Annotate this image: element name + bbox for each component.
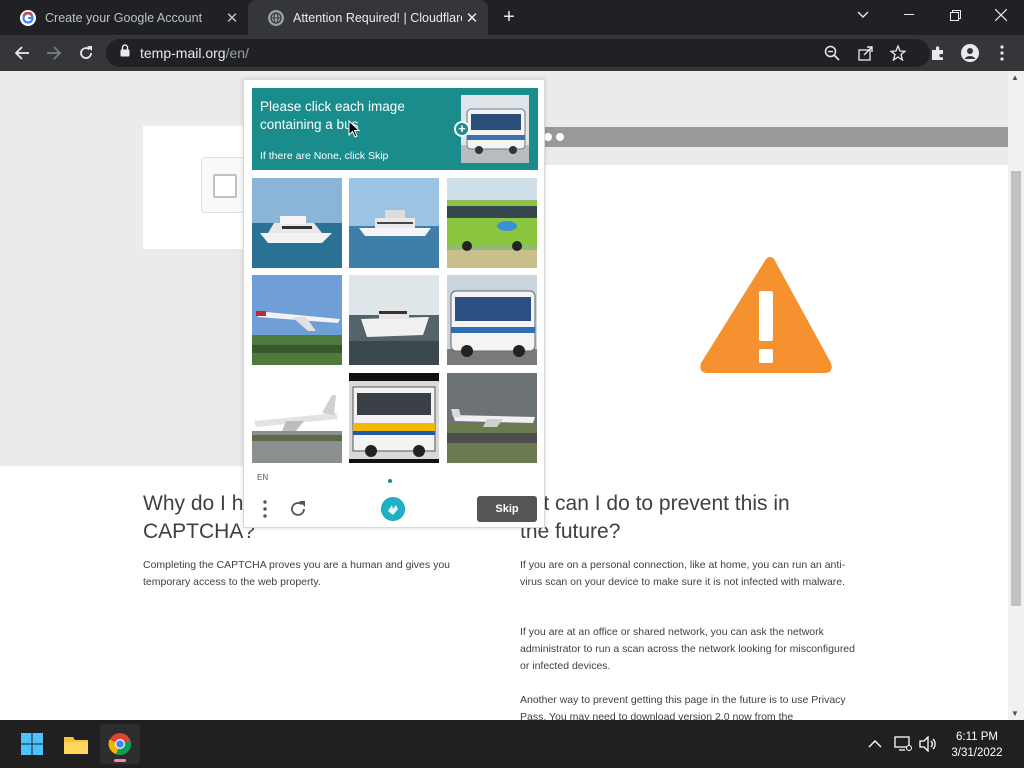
image-tile-boat[interactable] — [349, 275, 439, 365]
file-explorer-icon[interactable] — [56, 724, 96, 764]
illustration-browser-bar — [540, 127, 1008, 147]
clock-time: 6:11 PM — [956, 731, 998, 743]
tab-title: Attention Required! | Cloudflare — [293, 10, 462, 25]
challenge-header: Please click each image containing a bus… — [252, 88, 538, 170]
browser-toolbar: temp-mail.org/en/ — [0, 35, 1024, 71]
lock-icon[interactable] — [120, 44, 130, 62]
hcaptcha-logo-icon[interactable] — [381, 497, 405, 521]
captcha-widget — [201, 157, 249, 213]
bookmark-star-icon[interactable] — [889, 44, 907, 66]
refresh-icon[interactable] — [289, 500, 307, 523]
scroll-down-icon[interactable]: ▼ — [1011, 709, 1019, 718]
image-tile-airplane[interactable] — [252, 275, 342, 365]
globe-icon — [268, 9, 284, 26]
profile-icon[interactable] — [956, 39, 984, 67]
menu-icon[interactable] — [263, 500, 267, 523]
captcha-challenge: Please click each image containing a bus… — [243, 79, 545, 528]
plus-icon[interactable]: + — [454, 121, 470, 137]
tab-google-account[interactable]: Create your Google Account ✕ — [0, 0, 248, 35]
zoom-icon[interactable] — [824, 45, 840, 66]
page-scrollbar[interactable]: ▲ ▼ — [1008, 71, 1024, 720]
page-indicator — [388, 479, 392, 483]
skip-button[interactable]: Skip — [477, 496, 537, 522]
tab-search-icon[interactable] — [840, 0, 886, 30]
language-selector[interactable]: EN — [257, 473, 268, 482]
scroll-up-icon[interactable]: ▲ — [1011, 73, 1019, 82]
why-paragraph: Completing the CAPTCHA proves you are a … — [143, 559, 450, 588]
why-heading: Why do I h CAPTCHA? — [143, 492, 256, 543]
extensions-icon[interactable] — [924, 39, 952, 67]
image-tile-bus[interactable] — [447, 178, 537, 268]
windows-taskbar: 6:11 PM 3/31/2022 — [0, 720, 1024, 768]
chrome-taskbar-icon[interactable] — [100, 724, 140, 764]
network-icon[interactable] — [894, 720, 912, 768]
close-icon[interactable]: ✕ — [222, 9, 242, 27]
new-tab-button[interactable]: + — [498, 5, 520, 29]
image-tile-ship[interactable] — [349, 178, 439, 268]
share-icon[interactable] — [858, 45, 874, 66]
forward-button[interactable] — [40, 39, 68, 67]
challenge-hint: If there are None, click Skip — [260, 150, 389, 162]
tab-title: Create your Google Account — [45, 10, 203, 25]
close-window-button[interactable] — [978, 0, 1024, 30]
what-paragraph-3: Another way to prevent getting this page… — [520, 694, 846, 720]
image-tile-yacht[interactable] — [252, 178, 342, 268]
what-paragraph-2: If you are at an office or shared networ… — [520, 626, 855, 672]
menu-icon[interactable] — [988, 39, 1016, 67]
show-hidden-icons-icon[interactable] — [868, 720, 882, 768]
windows-start-icon[interactable] — [12, 724, 52, 764]
reload-button[interactable] — [72, 39, 100, 67]
close-icon[interactable]: ✕ — [462, 9, 482, 27]
warning-icon — [698, 255, 834, 382]
sample-image-bus — [461, 95, 529, 163]
clock-date: 3/31/2022 — [951, 747, 1003, 759]
google-icon — [20, 9, 36, 26]
image-tile-bus[interactable] — [349, 373, 439, 463]
captcha-checkbox[interactable] — [213, 174, 237, 198]
url-text: temp-mail.org/en/ — [140, 45, 249, 61]
illustration-dot — [556, 133, 564, 141]
image-tile-airplane[interactable] — [252, 373, 342, 463]
system-clock[interactable]: 6:11 PM 3/31/2022 — [942, 729, 1012, 761]
image-tile-airplane[interactable] — [447, 373, 537, 463]
what-heading: hat can I do to prevent this in the futu… — [520, 492, 790, 543]
image-tile-bus[interactable] — [447, 275, 537, 365]
tab-cloudflare[interactable]: Attention Required! | Cloudflare ✕ — [248, 0, 488, 35]
back-button[interactable] — [8, 39, 36, 67]
scrollbar-thumb[interactable] — [1011, 171, 1021, 606]
illustration-dot — [544, 133, 552, 141]
address-bar[interactable]: temp-mail.org/en/ — [106, 39, 930, 67]
image-grid — [252, 178, 538, 464]
mouse-cursor-icon — [348, 119, 361, 143]
minimize-button[interactable] — [886, 0, 932, 30]
volume-icon[interactable] — [919, 720, 937, 768]
tab-strip: Create your Google Account ✕ Attention R… — [0, 0, 1024, 35]
restore-button[interactable] — [932, 0, 978, 30]
active-indicator — [114, 759, 126, 762]
what-paragraph-1: If you are on a personal connection, lik… — [520, 559, 846, 588]
